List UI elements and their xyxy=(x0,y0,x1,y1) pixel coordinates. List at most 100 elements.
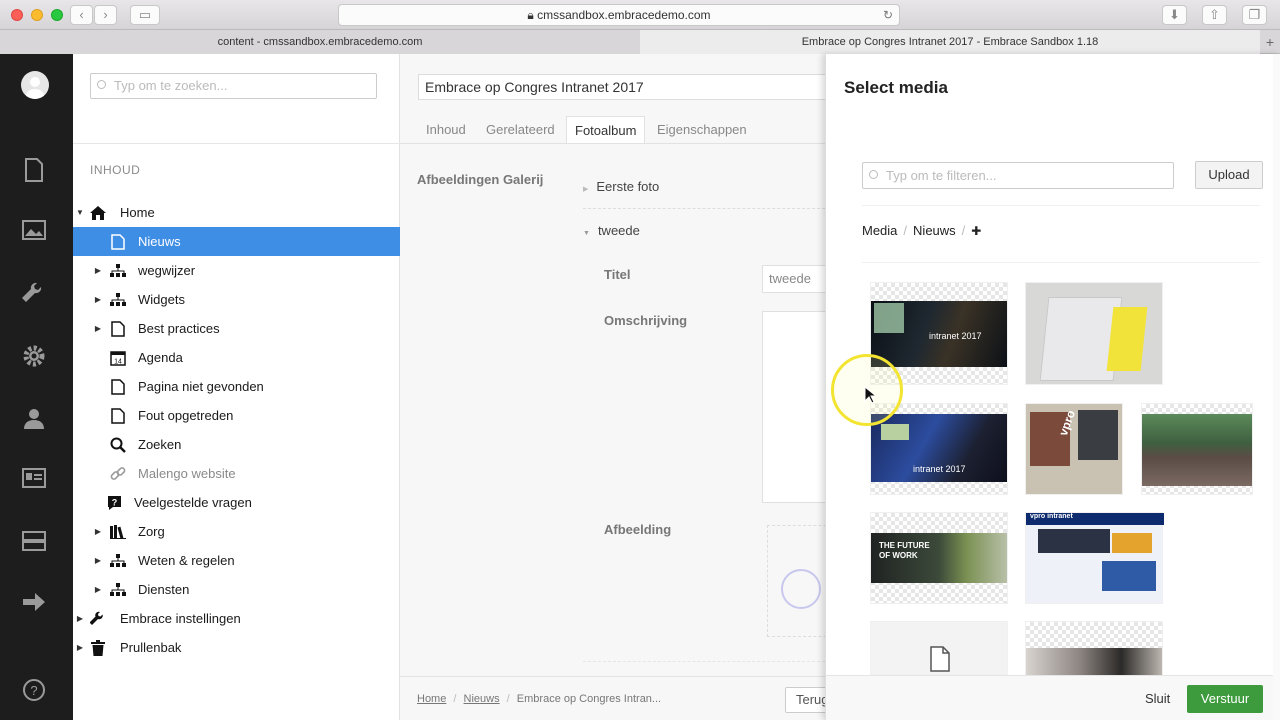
browser-tab-content[interactable]: content - cmssandbox.embracedemo.com xyxy=(0,30,640,54)
tree-item-home[interactable]: ▼ Home xyxy=(73,198,400,227)
media-thumb-2[interactable] xyxy=(1025,282,1163,385)
caret-right-icon[interactable]: ▶ xyxy=(94,314,102,343)
avatar[interactable] xyxy=(21,71,49,99)
caret-right-icon[interactable]: ▶ xyxy=(94,575,102,604)
tabs-overview-icon[interactable]: ❐ xyxy=(1242,5,1267,25)
media-thumb-7[interactable]: vpro intranet xyxy=(1025,512,1164,604)
tab-inhoud[interactable]: Inhoud xyxy=(418,116,474,144)
media-breadcrumb-nieuws[interactable]: Nieuws xyxy=(913,223,956,238)
media-thumb-9[interactable] xyxy=(1025,621,1163,676)
id-card-icon[interactable] xyxy=(21,468,47,494)
file-icon xyxy=(930,646,950,677)
upload-button[interactable]: Upload xyxy=(1195,161,1263,189)
svg-text:14: 14 xyxy=(114,359,122,366)
tree-item-prullenbak[interactable]: ▶ Prullenbak xyxy=(73,633,400,662)
close-window-button[interactable] xyxy=(11,9,23,21)
user-icon[interactable] xyxy=(21,406,47,432)
caret-right-icon[interactable]: ▶ xyxy=(94,517,102,546)
back-button[interactable]: Terug xyxy=(785,687,830,713)
server-icon[interactable] xyxy=(21,530,47,556)
tree-search-input[interactable]: Typ om te zoeken... xyxy=(90,73,377,99)
media-filter-input[interactable]: Typ om te filteren... xyxy=(862,162,1174,189)
photo-item-first[interactable]: ▶ Eerste foto xyxy=(583,179,659,194)
minimize-window-button[interactable] xyxy=(31,9,43,21)
page-title-input[interactable]: Embrace op Congres Intranet 2017 xyxy=(418,74,838,100)
divider xyxy=(862,262,1260,263)
zoom-window-button[interactable] xyxy=(51,9,63,21)
sidebar-toggle-icon[interactable]: ▭ xyxy=(130,5,160,25)
media-thumb-image xyxy=(1038,529,1110,553)
media-thumb-5[interactable] xyxy=(1141,403,1253,495)
tree-item-embrace-instellingen[interactable]: ▶ Embrace instellingen xyxy=(73,604,400,633)
search-icon xyxy=(869,170,878,179)
add-folder-icon[interactable]: ✚ xyxy=(971,224,981,238)
new-tab-icon[interactable]: + xyxy=(1260,30,1280,54)
tree-item-agenda[interactable]: 14 Agenda xyxy=(73,343,400,372)
media-breadcrumb-media[interactable]: Media xyxy=(862,223,897,238)
reload-icon[interactable]: ↻ xyxy=(883,5,893,25)
media-thumb-6[interactable]: THE FUTURE OF WORK xyxy=(870,512,1008,604)
tree-item-wegwijzer[interactable]: ▶ wegwijzer xyxy=(73,256,400,285)
image-label: Afbeelding xyxy=(604,522,672,537)
tree-item-weten-regelen[interactable]: ▶ Weten & regelen xyxy=(73,546,400,575)
tab-eigenschappen[interactable]: Eigenschappen xyxy=(649,116,755,144)
forward-icon[interactable]: › xyxy=(94,5,117,25)
tab-gerelateerd[interactable]: Gerelateerd xyxy=(478,116,563,144)
media-thumb-image xyxy=(1026,648,1162,676)
tree-item-veelgestelde-vragen[interactable]: ? Veelgestelde vragen xyxy=(73,488,400,517)
caret-right-icon[interactable]: ▶ xyxy=(76,604,84,633)
breadcrumb-nieuws[interactable]: Nieuws xyxy=(464,693,500,705)
sitemap-icon xyxy=(109,256,127,288)
tree-item-zorg[interactable]: ▶ Zorg xyxy=(73,517,400,546)
scrollbar[interactable] xyxy=(1273,54,1280,720)
gallery-label: Afbeeldingen Galerij xyxy=(417,172,544,187)
sitemap-icon xyxy=(109,285,127,317)
title-field[interactable]: tweede xyxy=(762,265,832,293)
media-thumb-8[interactable] xyxy=(870,621,1008,675)
tree-item-diensten[interactable]: ▶ Diensten xyxy=(73,575,400,604)
media-thumb-image: THE FUTURE OF WORK xyxy=(871,533,1007,583)
tree-item-pagina-niet-gevonden[interactable]: Pagina niet gevonden xyxy=(73,372,400,401)
back-icon[interactable]: ‹ xyxy=(70,5,93,25)
submit-button[interactable]: Verstuur xyxy=(1187,685,1263,713)
caret-right-icon[interactable]: ▶ xyxy=(94,546,102,575)
share-icon[interactable]: ⇧ xyxy=(1202,5,1227,25)
tree-item-malengo-website[interactable]: Malengo website xyxy=(73,459,400,488)
arrow-right-icon[interactable] xyxy=(21,592,47,618)
sitemap-icon xyxy=(109,546,127,578)
media-thumb-4[interactable]: vpro xyxy=(1025,403,1123,495)
caret-right-icon[interactable]: ▶ xyxy=(94,285,102,314)
tree-item-best-practices[interactable]: ▶ Best practices xyxy=(73,314,400,343)
browser-toolbar: ‹ › ▭ ••• 🔒︎ cmssandbox.embracedemo.com … xyxy=(0,0,1280,30)
gear-icon[interactable] xyxy=(21,344,47,370)
image-icon[interactable] xyxy=(21,220,47,246)
tab-fotoalbum[interactable]: Fotoalbum xyxy=(566,116,646,144)
tree-item-fout-opgetreden[interactable]: Fout opgetreden xyxy=(73,401,400,430)
caret-right-icon[interactable]: ▶ xyxy=(76,633,84,662)
breadcrumb-home[interactable]: Home xyxy=(417,693,446,705)
filter-placeholder: Typ om te filteren... xyxy=(886,168,997,183)
caret-right-icon[interactable]: ▶ xyxy=(94,256,102,285)
photo-item-second[interactable]: ▼ tweede xyxy=(583,223,640,238)
browser-tabs: content - cmssandbox.embracedemo.com Emb… xyxy=(0,30,1280,54)
media-thumb-image: intranet 2017 xyxy=(871,414,1007,482)
description-label: Omschrijving xyxy=(604,313,688,328)
download-icon[interactable]: ⬇ xyxy=(1162,5,1187,25)
media-breadcrumb: Media / Nieuws / ✚ xyxy=(862,223,982,238)
document-icon[interactable] xyxy=(21,158,47,184)
help-icon[interactable]: ? xyxy=(21,678,47,704)
description-field[interactable] xyxy=(762,311,832,503)
wrench-icon[interactable] xyxy=(21,282,47,308)
tree-item-zoeken[interactable]: Zoeken xyxy=(73,430,400,459)
browser-tab-article[interactable]: Embrace op Congres Intranet 2017 - Embra… xyxy=(640,30,1260,54)
media-thumb-image: intranet 2017 xyxy=(871,301,1007,367)
editor-panel: Embrace op Congres Intranet 2017 Inhoud … xyxy=(400,54,838,720)
tree-item-widgets[interactable]: ▶ Widgets xyxy=(73,285,400,314)
tree-search-placeholder: Typ om te zoeken... xyxy=(114,78,228,93)
breadcrumb-current: Embrace op Congres Intran... xyxy=(516,693,662,705)
address-bar[interactable]: 🔒︎ cmssandbox.embracedemo.com ↻ xyxy=(338,4,900,26)
close-button[interactable]: Sluit xyxy=(1145,691,1170,706)
caret-down-icon[interactable]: ▼ xyxy=(76,198,84,227)
tree-item-nieuws[interactable]: Nieuws xyxy=(73,227,400,256)
caret-down-icon: ▼ xyxy=(583,230,590,237)
